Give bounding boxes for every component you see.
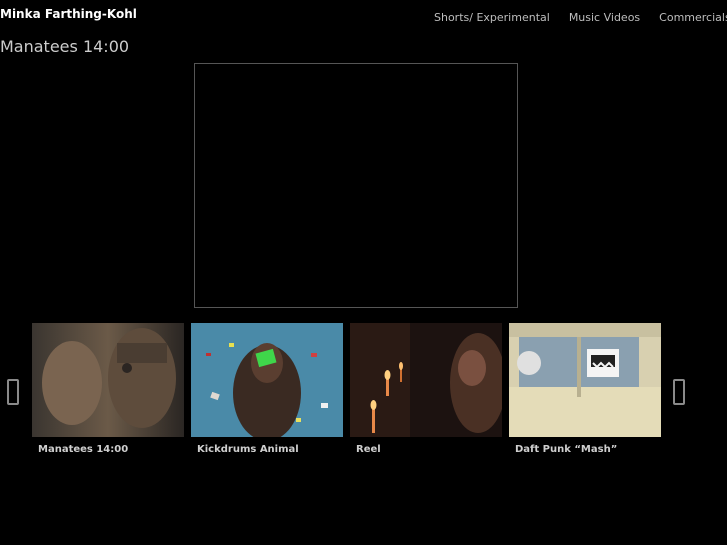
main-nav: Shorts/ Experimental Music Videos Commer… xyxy=(434,11,727,24)
carousel-item-daft-punk-mash[interactable]: Daft Punk “Mash” xyxy=(509,323,661,455)
nav-item-music-videos[interactable]: Music Videos xyxy=(569,11,640,24)
thumbnail-caption: Reel xyxy=(356,444,381,455)
video-player[interactable] xyxy=(194,63,518,308)
thumbnail-caption: Manatees 14:00 xyxy=(38,444,129,455)
page-title: Manatees 14:00 xyxy=(0,37,130,56)
chevron-right-icon[interactable] xyxy=(673,379,685,405)
nav-item-commercials[interactable]: Commercials xyxy=(659,11,727,24)
manatees-thumbnail-art xyxy=(32,323,184,437)
thumbnail-image[interactable] xyxy=(509,323,661,437)
carousel-item-manatees[interactable]: Manatees 14:00 xyxy=(32,323,184,455)
nav-item-shorts-experimental[interactable]: Shorts/ Experimental xyxy=(434,11,550,24)
daft-punk-thumbnail-art xyxy=(509,323,661,437)
page: Minka Farthing-Kohl Shorts/ Experimental… xyxy=(0,0,727,545)
thumbnail-image[interactable] xyxy=(350,323,502,437)
thumbnail-image[interactable] xyxy=(191,323,343,437)
carousel-item-reel[interactable]: Reel xyxy=(350,323,502,455)
kickdrums-thumbnail-art xyxy=(191,323,343,437)
chevron-left-icon[interactable] xyxy=(7,379,19,405)
reel-thumbnail-art xyxy=(350,323,502,437)
thumbnail-caption: Daft Punk “Mash” xyxy=(515,444,618,455)
thumbnail-caption: Kickdrums Animal xyxy=(197,444,299,455)
site-brand[interactable]: Minka Farthing-Kohl xyxy=(0,7,137,21)
carousel-item-kickdrums-animal[interactable]: Kickdrums Animal xyxy=(191,323,343,455)
thumbnail-image[interactable] xyxy=(32,323,184,437)
